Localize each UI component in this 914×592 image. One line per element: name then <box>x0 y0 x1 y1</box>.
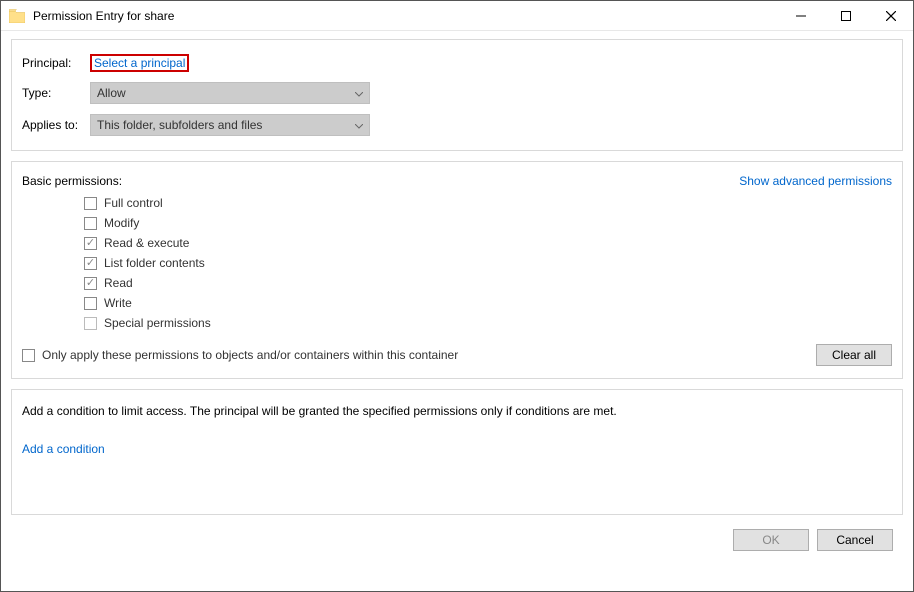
title-bar: Permission Entry for share <box>1 1 913 31</box>
type-value: Allow <box>97 86 126 100</box>
window-controls <box>778 1 913 31</box>
permission-special[interactable]: Special permissions <box>84 316 892 330</box>
applies-to-dropdown[interactable]: This folder, subfolders and files <box>90 114 370 136</box>
clear-all-button[interactable]: Clear all <box>816 344 892 366</box>
close-button[interactable] <box>868 1 913 31</box>
basic-permissions-label: Basic permissions: <box>22 174 122 188</box>
show-advanced-link[interactable]: Show advanced permissions <box>739 174 892 188</box>
checkbox-icon <box>84 317 97 330</box>
condition-description: Add a condition to limit access. The pri… <box>22 404 892 418</box>
applies-to-value: This folder, subfolders and files <box>97 118 262 132</box>
checkbox-icon <box>22 349 35 362</box>
minimize-button[interactable] <box>778 1 823 31</box>
add-condition-link[interactable]: Add a condition <box>22 442 105 456</box>
cancel-button[interactable]: Cancel <box>817 529 893 551</box>
principal-label: Principal: <box>22 56 90 70</box>
permission-label: Full control <box>104 196 163 210</box>
permission-full-control[interactable]: Full control <box>84 196 892 210</box>
ok-button[interactable]: OK <box>733 529 809 551</box>
settings-panel: Principal: Select a principal Type: Allo… <box>11 39 903 151</box>
permission-label: Read & execute <box>104 236 189 250</box>
permission-modify[interactable]: Modify <box>84 216 892 230</box>
permission-read[interactable]: Read <box>84 276 892 290</box>
only-apply-label: Only apply these permissions to objects … <box>42 348 458 362</box>
permission-label: List folder contents <box>104 256 205 270</box>
checkbox-checked-icon <box>84 237 97 250</box>
chevron-down-icon <box>355 118 363 132</box>
checkbox-icon <box>84 197 97 210</box>
dialog-buttons: OK Cancel <box>11 525 903 551</box>
type-dropdown[interactable]: Allow <box>90 82 370 104</box>
permission-write[interactable]: Write <box>84 296 892 310</box>
folder-icon <box>9 9 25 23</box>
permission-label: Write <box>104 296 132 310</box>
condition-panel: Add a condition to limit access. The pri… <box>11 389 903 515</box>
type-label: Type: <box>22 86 90 100</box>
checkbox-icon <box>84 297 97 310</box>
permission-list-contents[interactable]: List folder contents <box>84 256 892 270</box>
maximize-button[interactable] <box>823 1 868 31</box>
applies-to-label: Applies to: <box>22 118 90 132</box>
permission-label: Read <box>104 276 133 290</box>
checkbox-checked-icon <box>84 257 97 270</box>
checkbox-icon <box>84 217 97 230</box>
permission-read-execute[interactable]: Read & execute <box>84 236 892 250</box>
permission-label: Modify <box>104 216 139 230</box>
select-principal-link[interactable]: Select a principal <box>90 54 189 72</box>
chevron-down-icon <box>355 86 363 100</box>
permission-label: Special permissions <box>104 316 211 330</box>
permissions-panel: Basic permissions: Show advanced permiss… <box>11 161 903 379</box>
window-title: Permission Entry for share <box>33 9 778 23</box>
permissions-list: Full control Modify Read & execute List … <box>84 196 892 330</box>
only-apply-checkbox[interactable]: Only apply these permissions to objects … <box>22 348 458 362</box>
checkbox-checked-icon <box>84 277 97 290</box>
